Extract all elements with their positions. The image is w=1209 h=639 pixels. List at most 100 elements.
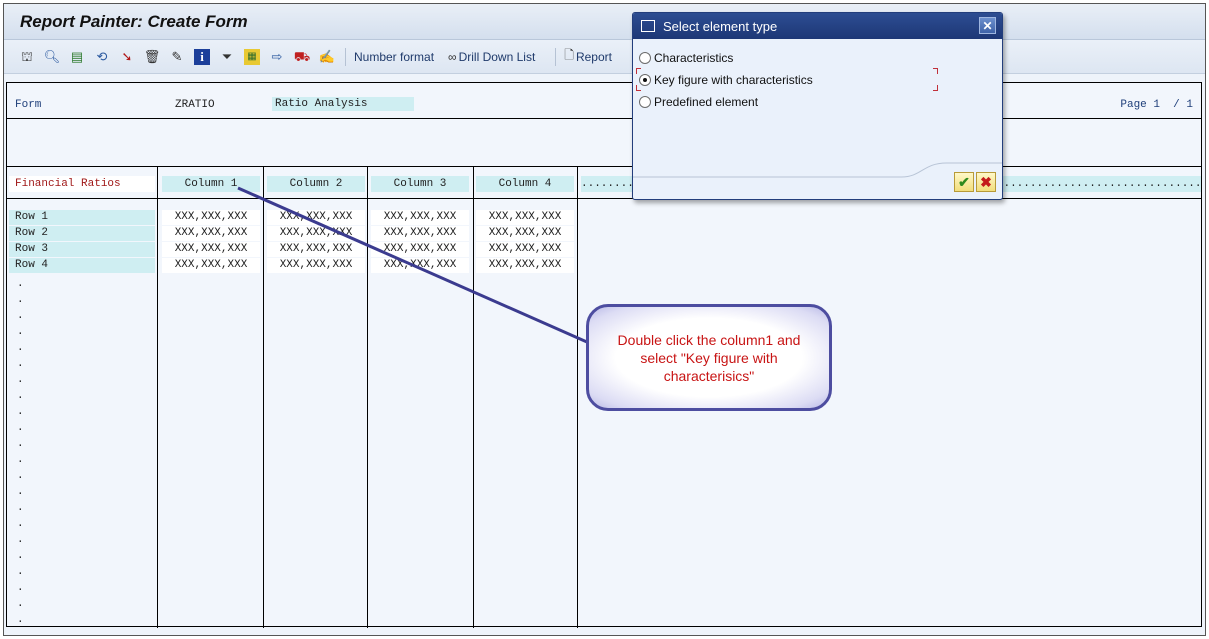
- undo-icon[interactable]: ⟲: [94, 49, 110, 65]
- column-header-1[interactable]: Column 1: [162, 176, 260, 192]
- cell-value[interactable]: XXX,XXX,XXX: [476, 210, 574, 225]
- cell-value[interactable]: XXX,XXX,XXX: [162, 226, 260, 241]
- dialog-close-button[interactable]: ✕: [979, 17, 996, 34]
- cell-value[interactable]: XXX,XXX,XXX: [371, 242, 469, 257]
- info-icon[interactable]: i: [194, 48, 210, 65]
- drill-down-list-button[interactable]: ∞ Drill Down List: [448, 50, 535, 64]
- empty-row-marker: .: [17, 518, 24, 530]
- option-key-figure-with-characteristics[interactable]: Key figure with characteristics: [639, 73, 813, 87]
- delete-icon[interactable]: 🗑︎: [144, 49, 161, 65]
- insert-element-icon[interactable]: ▤: [69, 49, 85, 65]
- dialog-title: Select element type: [663, 18, 778, 34]
- row-label[interactable]: Row 1: [9, 210, 155, 225]
- form-label: Form: [15, 99, 42, 111]
- column-divider: [367, 166, 368, 628]
- column-divider: [577, 166, 578, 628]
- empty-row-marker: .: [17, 390, 24, 402]
- focus-corner: [933, 85, 938, 91]
- empty-row-marker: .: [17, 342, 24, 354]
- hierarchy-icon[interactable]: ⛫: [19, 49, 35, 65]
- cell-value[interactable]: XXX,XXX,XXX: [476, 242, 574, 257]
- dialog-icon: [641, 20, 655, 32]
- confirm-button[interactable]: ✔: [954, 172, 974, 192]
- callout-text: Double click the column1 and select "Key…: [617, 331, 801, 384]
- radio-predefined-element[interactable]: [639, 96, 651, 108]
- form-id: ZRATIO: [175, 99, 215, 111]
- empty-row-marker: .: [17, 278, 24, 290]
- number-format-button[interactable]: Number format: [354, 50, 434, 64]
- text-icon[interactable]: ✍: [319, 49, 335, 65]
- cell-value[interactable]: XXX,XXX,XXX: [267, 258, 365, 273]
- option-label: Predefined element: [654, 95, 759, 109]
- empty-row-marker: .: [17, 310, 24, 322]
- empty-row-marker: .: [17, 438, 24, 450]
- document-icon: 🗋: [564, 48, 574, 62]
- column-header-3[interactable]: Column 3: [371, 176, 469, 192]
- empty-row-marker: .: [17, 374, 24, 386]
- column-divider: [157, 166, 158, 628]
- column-header-4[interactable]: Column 4: [476, 176, 574, 192]
- checkmark-icon: ✔: [958, 173, 970, 190]
- option-characteristics[interactable]: Characteristics: [639, 51, 733, 65]
- empty-row-marker: .: [17, 358, 24, 370]
- dialog-footer-divider: [633, 162, 1002, 178]
- lead-column-header[interactable]: Financial Ratios: [9, 176, 155, 192]
- cell-value[interactable]: XXX,XXX,XXX: [371, 210, 469, 225]
- empty-row-marker: .: [17, 566, 24, 578]
- transport-icon[interactable]: ⛟: [294, 49, 310, 65]
- form-description[interactable]: Ratio Analysis: [272, 97, 414, 111]
- cell-value[interactable]: XXX,XXX,XXX: [267, 226, 365, 241]
- cell-value[interactable]: XXX,XXX,XXX: [476, 258, 574, 273]
- report-label: Report: [575, 49, 612, 64]
- cell-value[interactable]: XXX,XXX,XXX: [371, 226, 469, 241]
- edit-icon[interactable]: ✎: [169, 49, 185, 65]
- empty-row-marker: .: [17, 534, 24, 546]
- row-label[interactable]: Row 2: [9, 226, 155, 241]
- divider: [7, 166, 1201, 167]
- drill-down-list-label: Drill Down List: [458, 49, 536, 64]
- empty-row-marker: .: [17, 470, 24, 482]
- column-divider: [473, 166, 474, 628]
- row-label[interactable]: Row 4: [9, 258, 155, 273]
- column-header-2[interactable]: Column 2: [267, 176, 365, 192]
- cell-value[interactable]: XXX,XXX,XXX: [162, 242, 260, 257]
- cell-value[interactable]: XXX,XXX,XXX: [162, 210, 260, 225]
- cancel-button[interactable]: ✖: [976, 172, 996, 192]
- empty-row-marker: .: [17, 582, 24, 594]
- cell-value[interactable]: XXX,XXX,XXX: [476, 226, 574, 241]
- row-label[interactable]: Row 3: [9, 242, 155, 257]
- focus-corner: [636, 85, 641, 91]
- select-icon[interactable]: ➘: [119, 49, 135, 65]
- cell-value[interactable]: XXX,XXX,XXX: [162, 258, 260, 273]
- find-icon[interactable]: 🔍︎: [44, 49, 61, 65]
- toolbar-separator: [345, 47, 346, 66]
- close-icon: ✕: [982, 18, 993, 33]
- page-indicator: Page 1 / 1: [1120, 99, 1193, 111]
- empty-row-marker: .: [17, 406, 24, 418]
- divider: [7, 118, 1201, 119]
- cell-value[interactable]: XXX,XXX,XXX: [371, 258, 469, 273]
- empty-row-marker: .: [17, 502, 24, 514]
- empty-row-marker: .: [17, 614, 24, 626]
- report-button[interactable]: 🗋 Report: [564, 46, 612, 67]
- cell-value[interactable]: XXX,XXX,XXX: [267, 210, 365, 225]
- toolbar-separator: [555, 47, 557, 66]
- option-predefined-element[interactable]: Predefined element: [639, 95, 758, 109]
- option-label: Key figure with characteristics: [654, 73, 813, 87]
- empty-row-marker: .: [17, 550, 24, 562]
- focus-corner: [933, 68, 938, 74]
- cell-value[interactable]: XXX,XXX,XXX: [267, 242, 365, 257]
- column-divider: [263, 166, 264, 628]
- select-element-type-dialog: Select element type ✕ Characteristics Ke…: [632, 12, 1003, 200]
- filter-icon[interactable]: ⏷: [219, 49, 235, 65]
- title-bar: Report Painter: Create Form: [4, 4, 1205, 40]
- empty-row-marker: .: [17, 598, 24, 610]
- divider: [7, 198, 1201, 199]
- empty-row-marker: .: [17, 486, 24, 498]
- cancel-icon: ✖: [980, 173, 992, 190]
- instruction-callout: Double click the column1 and select "Key…: [586, 304, 832, 411]
- move-icon[interactable]: ⇨: [269, 49, 285, 65]
- layout-icon[interactable]: ▦: [244, 48, 260, 65]
- radio-characteristics[interactable]: [639, 52, 651, 64]
- empty-row-marker: .: [17, 454, 24, 466]
